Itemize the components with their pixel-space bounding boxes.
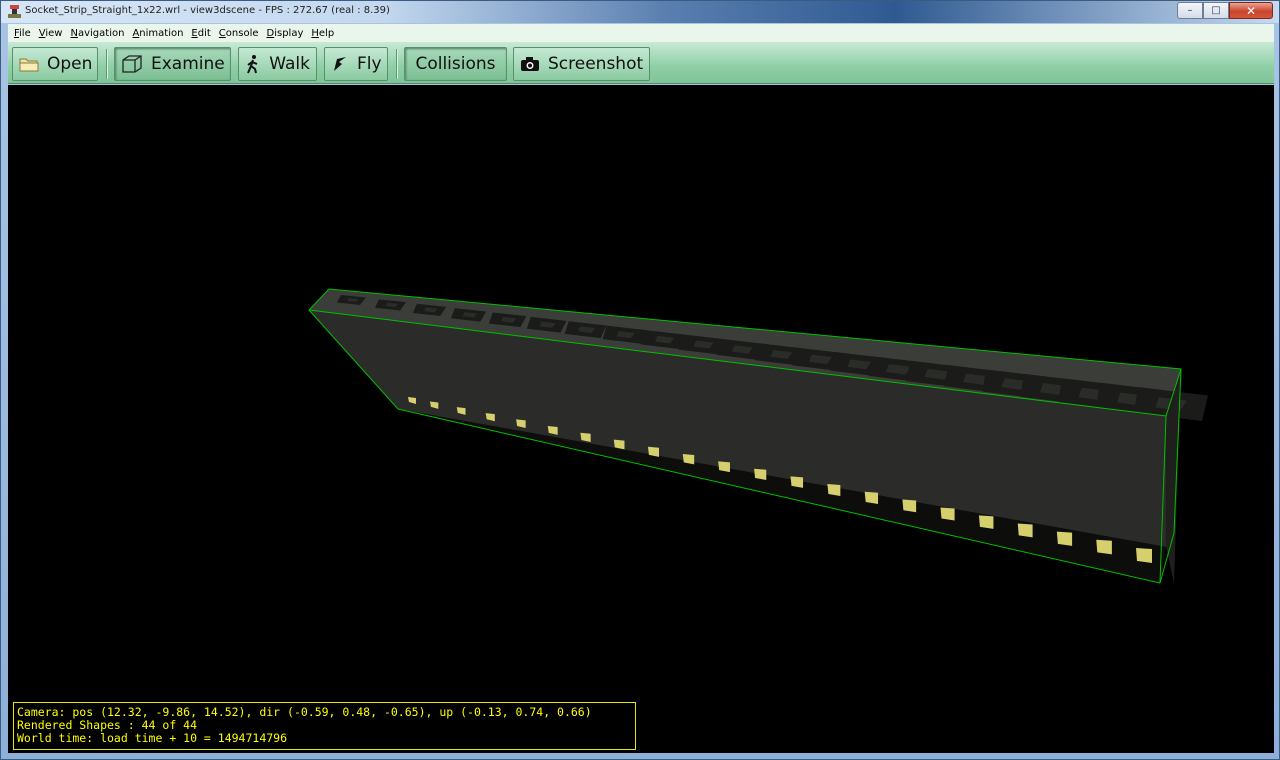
walk-button[interactable]: Walk xyxy=(238,47,317,81)
toolbar: Open Examine Walk Fly Collisions Screens… xyxy=(8,42,1274,84)
collisions-toggle[interactable]: Collisions xyxy=(404,47,507,81)
walk-label: Walk xyxy=(269,54,310,74)
camera-icon xyxy=(520,53,540,75)
app-icon xyxy=(8,5,21,18)
window-controls: – □ ✕ xyxy=(1177,2,1273,19)
menu-console[interactable]: Console xyxy=(219,28,259,39)
menu-display[interactable]: Display xyxy=(267,28,304,39)
close-button[interactable]: ✕ xyxy=(1229,2,1273,19)
collisions-label: Collisions xyxy=(415,54,496,74)
screenshot-label: Screenshot xyxy=(548,54,644,74)
minimize-button[interactable]: – xyxy=(1177,2,1203,19)
world-time-status: World time: load time + 10 = 1494714796 xyxy=(17,731,288,745)
examine-label: Examine xyxy=(151,54,225,74)
3d-viewport[interactable]: Camera: pos (12.32, -9.86, 14.52), dir (… xyxy=(8,85,1274,753)
pin xyxy=(864,491,879,505)
pin xyxy=(1136,548,1152,563)
toolbar-separator xyxy=(106,49,108,79)
pin xyxy=(1017,523,1033,538)
pin xyxy=(1056,531,1073,546)
fly-icon xyxy=(331,53,349,75)
fly-button[interactable]: Fly xyxy=(324,47,388,81)
examine-button[interactable]: Examine xyxy=(114,47,231,81)
screenshot-button[interactable]: Screenshot xyxy=(513,47,650,81)
cube-icon xyxy=(121,53,143,75)
menu-bar: File View Navigation Animation Edit Cons… xyxy=(8,24,1274,42)
menu-animation[interactable]: Animation xyxy=(132,28,183,39)
status-overlay: Camera: pos (12.32, -9.86, 14.52), dir (… xyxy=(13,702,636,750)
menu-file[interactable]: File xyxy=(14,28,31,39)
open-label: Open xyxy=(47,54,93,74)
menu-view[interactable]: View xyxy=(39,28,63,39)
menu-navigation[interactable]: Navigation xyxy=(70,28,124,39)
app-window: Socket_Strip_Straight_1x22.wrl - view3ds… xyxy=(0,0,1280,760)
maximize-button[interactable]: □ xyxy=(1203,2,1229,19)
open-button[interactable]: Open xyxy=(12,47,98,81)
window-title: Socket_Strip_Straight_1x22.wrl - view3ds… xyxy=(25,5,390,16)
menu-edit[interactable]: Edit xyxy=(191,28,210,39)
menu-help[interactable]: Help xyxy=(311,28,334,39)
pin xyxy=(978,515,994,529)
pin xyxy=(1096,539,1112,555)
folder-icon xyxy=(19,53,39,75)
pin xyxy=(940,507,955,521)
fly-label: Fly xyxy=(357,54,382,74)
walk-icon xyxy=(245,53,261,75)
title-bar[interactable]: Socket_Strip_Straight_1x22.wrl - view3ds… xyxy=(1,1,1279,23)
toolbar-separator xyxy=(396,49,398,79)
pin xyxy=(902,499,917,513)
scene-render xyxy=(308,288,1208,584)
